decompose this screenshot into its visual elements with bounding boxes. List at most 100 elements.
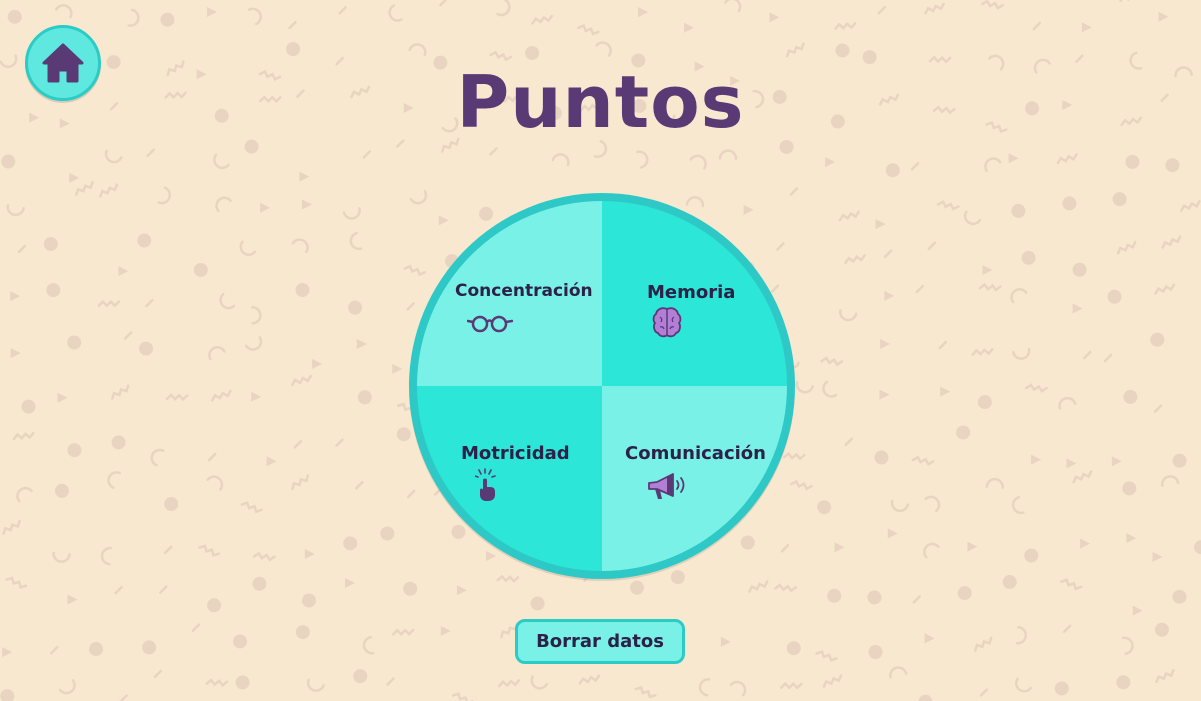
pattern-shape [193,262,208,277]
pattern-shape [827,588,842,603]
pattern-shape [0,689,15,701]
pattern-shape [910,161,920,171]
pattern-shape [748,580,769,593]
pattern-shape [867,590,882,605]
pattern-shape [936,200,960,211]
pattern-shape [1058,396,1077,410]
pattern-shape [1122,481,1137,496]
pattern-shape [16,486,33,503]
pattern-shape [69,172,80,183]
pattern-shape [119,694,128,701]
pattern-shape [408,43,427,57]
pattern-shape [380,526,395,541]
category-memoria[interactable]: Memoria [602,201,787,386]
pattern-shape [145,298,154,308]
pattern-shape [52,551,71,563]
pattern-shape [1107,289,1122,304]
pattern-shape [912,595,922,604]
pattern-shape [233,634,248,649]
clear-data-button[interactable]: Borrar datos [515,619,685,664]
pattern-shape [1032,21,1041,31]
pattern-shape [251,391,262,402]
pattern-shape [844,437,853,447]
pattern-shape [838,210,860,222]
pattern-shape [295,282,310,297]
pattern-shape [67,443,82,458]
pattern-shape [967,541,978,552]
pattern-shape [252,576,267,591]
pattern-shape [724,0,742,13]
pattern-shape [817,500,832,515]
score-wheel: Concentración Memoria Motricidad Comunic… [409,193,795,579]
pattern-shape [123,331,133,340]
pattern-shape [1060,578,1083,591]
pattern-shape [1154,622,1169,637]
pattern-shape [924,2,945,15]
pattern-shape [252,551,276,562]
pattern-shape [456,585,467,596]
pattern-shape [938,340,947,350]
pattern-shape [54,483,69,498]
pattern-shape [498,679,521,688]
score-wheel-inner: Concentración Memoria Motricidad Comunic… [417,201,787,571]
category-comunicacion[interactable]: Comunicación [602,386,787,571]
pattern-shape [1072,303,1083,314]
pattern-shape [844,254,866,265]
pattern-shape [50,645,59,655]
pattern-shape [293,440,303,449]
pattern-shape [235,675,250,690]
pattern-shape [266,456,277,467]
pattern-shape [530,596,545,611]
pattern-shape [890,499,910,513]
pattern-shape [312,358,323,369]
pattern-shape [729,680,747,697]
pattern-shape [127,8,140,27]
pattern-shape [940,386,951,397]
pattern-shape [875,219,886,230]
pattern-shape [111,384,130,400]
pattern-shape [1161,235,1182,249]
pattern-shape [107,471,121,489]
pattern-shape [137,233,152,248]
pattern-shape [887,528,898,539]
pattern-shape [396,427,411,442]
glasses-icon [467,315,513,333]
pattern-shape [260,202,271,213]
category-label: Motricidad [461,443,570,464]
pattern-shape [343,536,358,551]
pattern-shape [345,577,356,588]
pattern-shape [1111,456,1122,467]
pattern-shape [720,636,731,647]
pattern-shape [206,475,224,491]
pattern-shape [1180,200,1201,212]
pattern-shape [5,576,28,589]
pattern-shape [21,399,36,414]
pattern-shape [206,7,217,18]
pattern-shape [1125,154,1140,169]
megaphone-icon [648,473,685,499]
pattern-shape [198,544,221,557]
pattern-shape [1155,669,1175,684]
pattern-shape [118,266,129,277]
brain-icon [652,307,682,338]
pattern-shape [1083,350,1092,360]
pattern-shape [165,393,189,402]
pattern-shape [883,249,893,259]
category-concentracion[interactable]: Concentración [417,201,602,386]
pattern-shape [670,570,685,585]
pattern-shape [1194,540,1201,555]
pattern-shape [684,22,695,33]
pattern-shape [111,435,126,450]
pattern-shape [342,207,361,220]
pattern-shape [1072,262,1087,277]
pattern-shape [1024,548,1039,563]
pattern-shape [1116,240,1137,255]
pattern-shape [219,293,236,310]
pattern-shape [1062,624,1072,634]
category-label: Concentración [455,281,593,301]
category-motricidad[interactable]: Motricidad [417,386,602,571]
pattern-shape [114,585,123,595]
pattern-shape [1014,677,1033,693]
pattern-shape [142,640,157,655]
pattern-shape [789,187,799,196]
